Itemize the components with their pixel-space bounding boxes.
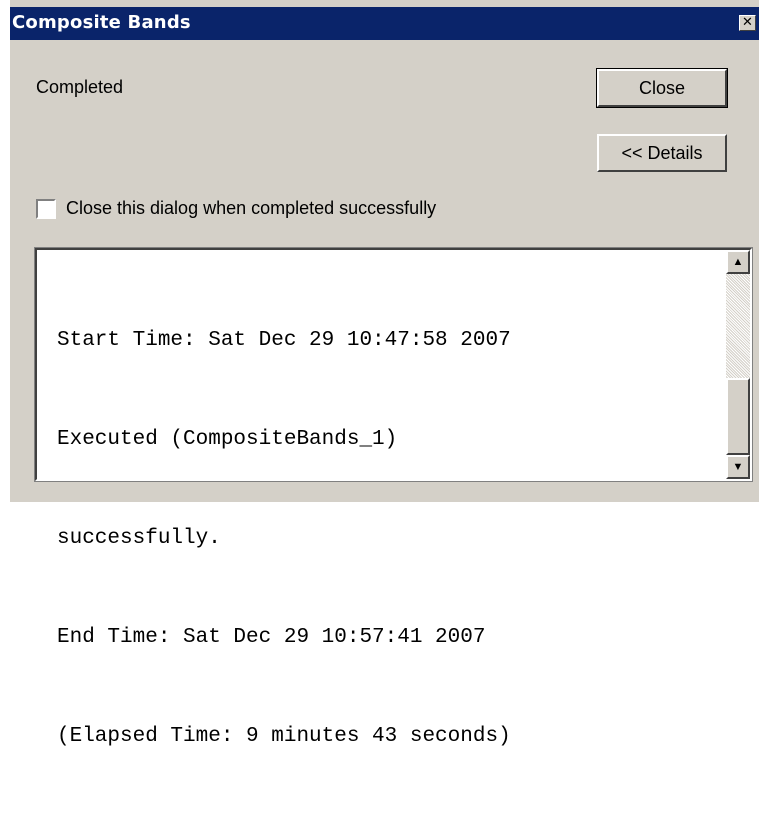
log-line: successfully.	[57, 527, 221, 550]
log-line: End Time: Sat Dec 29 10:57:41 2007	[57, 626, 486, 649]
scroll-thumb[interactable]	[726, 378, 750, 455]
log-line: (Elapsed Time: 9 minutes 43 seconds)	[57, 725, 511, 748]
arrow-down-icon: ▼	[732, 461, 744, 473]
scroll-down-button[interactable]: ▼	[726, 455, 750, 479]
composite-bands-dialog: Composite Bands ✕ Completed Close << Det…	[0, 0, 769, 748]
arrow-up-icon: ▲	[732, 256, 744, 268]
details-toggle-button[interactable]: << Details	[597, 134, 727, 172]
log-line: Start Time: Sat Dec 29 10:47:58 2007	[57, 329, 511, 352]
scroll-up-button[interactable]: ▲	[726, 250, 750, 274]
log-line: Executed (CompositeBands_1)	[57, 428, 398, 451]
log-text: Start Time: Sat Dec 29 10:47:58 2007 Exe…	[57, 258, 511, 819]
close-button[interactable]: Close	[597, 69, 727, 107]
close-on-success-label[interactable]: Close this dialog when completed success…	[66, 198, 436, 219]
status-text: Completed	[36, 77, 124, 97]
close-icon: ✕	[742, 15, 753, 30]
vertical-scrollbar[interactable]: ▲ ▼	[726, 250, 750, 479]
title-bar: Composite Bands ✕	[10, 7, 759, 40]
details-log-box[interactable]: Start Time: Sat Dec 29 10:47:58 2007 Exe…	[34, 247, 753, 748]
close-on-success-checkbox[interactable]	[36, 199, 56, 219]
title-close-button[interactable]: ✕	[739, 15, 756, 31]
window-title: Composite Bands	[12, 12, 191, 33]
